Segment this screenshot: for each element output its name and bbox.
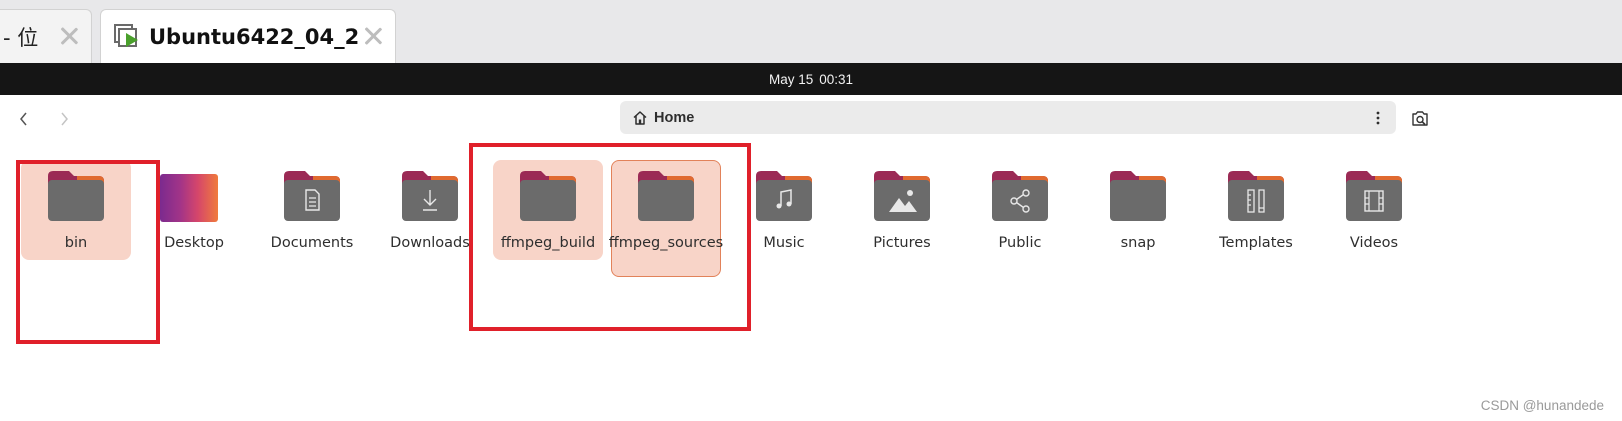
vm-tab-active[interactable]: Ubuntu6422_04_2	[100, 9, 396, 63]
chevron-left-icon	[20, 112, 27, 126]
file-item-documents[interactable]: Documents	[257, 160, 367, 260]
clock-date[interactable]: May 15	[769, 72, 813, 87]
file-item-videos[interactable]: Videos	[1319, 160, 1429, 260]
file-name: Documents	[270, 235, 354, 251]
forward-button[interactable]	[52, 107, 76, 131]
chevron-right-icon	[61, 112, 68, 126]
vm-tab-label: Ubuntu6422_04_2	[149, 24, 360, 49]
file-item-pictures[interactable]: Pictures	[847, 160, 957, 260]
vm-tab-previous[interactable]: - 位	[0, 9, 92, 63]
file-name: Templates	[1219, 235, 1293, 251]
desktop-folder-icon	[160, 174, 218, 222]
home-icon	[632, 110, 648, 126]
pictures-folder-icon	[873, 168, 931, 222]
close-icon[interactable]	[57, 24, 81, 48]
annotation-box-ffmpeg	[469, 143, 751, 331]
clock-time[interactable]: 00:31	[819, 72, 853, 87]
back-button[interactable]	[12, 107, 36, 131]
vm-tab-strip: - 位 Ubuntu6422_04_2	[0, 0, 1622, 63]
location-label: Home	[654, 109, 695, 126]
videos-folder-icon	[1345, 168, 1403, 222]
location-bar[interactable]: Home	[620, 101, 1396, 134]
public-folder-icon	[991, 168, 1049, 222]
templates-folder-icon	[1227, 168, 1285, 222]
file-name: snap	[1120, 235, 1156, 251]
file-name: Videos	[1349, 235, 1399, 251]
file-name: Public	[998, 235, 1042, 251]
file-name: Pictures	[873, 235, 931, 251]
files-header-bar: Home	[0, 95, 1622, 143]
folder-icon	[1109, 168, 1167, 222]
menu-dots-icon[interactable]	[1370, 110, 1386, 126]
file-item-public[interactable]: Public	[965, 160, 1075, 260]
music-folder-icon	[755, 168, 813, 222]
close-icon[interactable]	[361, 24, 385, 48]
search-button[interactable]	[1408, 107, 1432, 131]
downloads-folder-icon	[401, 168, 459, 222]
vm-running-icon	[113, 23, 141, 51]
annotation-box-bin	[16, 160, 160, 344]
ubuntu-top-bar: May 15 00:31	[0, 63, 1622, 95]
documents-folder-icon	[283, 168, 341, 222]
watermark: CSDN @hunandede	[1480, 398, 1604, 413]
search-icon	[1412, 111, 1428, 126]
file-item-templates[interactable]: Templates	[1201, 160, 1311, 260]
file-item-snap[interactable]: snap	[1083, 160, 1193, 260]
file-grid: bin Desktop Documents Downloads ffmpeg_b…	[0, 150, 1622, 421]
vm-tab-label: - 位	[3, 25, 39, 50]
